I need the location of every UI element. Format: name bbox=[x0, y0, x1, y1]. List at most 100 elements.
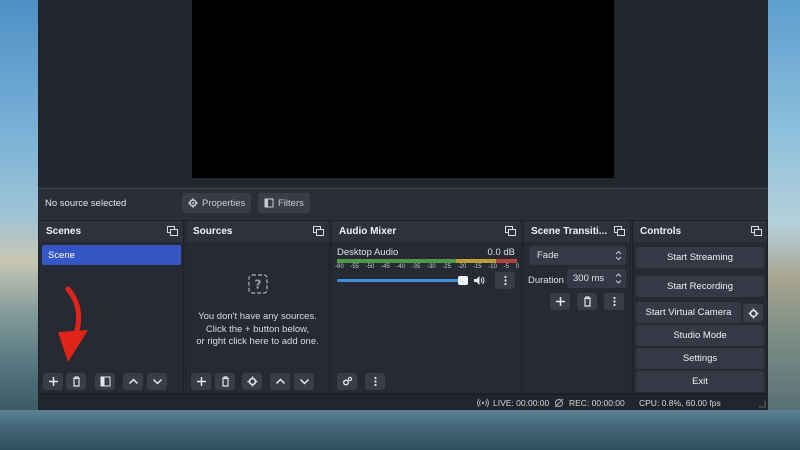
add-transition-button[interactable] bbox=[550, 293, 570, 310]
desktop-background-right bbox=[768, 0, 800, 450]
meter-red-zone bbox=[495, 259, 517, 263]
empty-line-3: or right click here to add one. bbox=[196, 336, 319, 347]
virtual-camera-settings-button[interactable] bbox=[743, 304, 763, 322]
more-vertical-icon bbox=[373, 376, 377, 387]
rec-timer: REC: 00:00:00 bbox=[569, 398, 625, 408]
advanced-audio-properties-button[interactable] bbox=[337, 373, 357, 390]
scene-item-label: Scene bbox=[48, 249, 75, 261]
move-scene-up-button[interactable] bbox=[123, 373, 143, 390]
exit-button[interactable]: Exit bbox=[636, 371, 764, 392]
question-icon: ? bbox=[248, 274, 268, 294]
scenes-title: Scenes bbox=[46, 226, 82, 237]
gears-icon bbox=[342, 376, 352, 386]
move-scene-down-button[interactable] bbox=[147, 373, 167, 390]
start-recording-button[interactable]: Start Recording bbox=[636, 276, 764, 297]
scenes-dock-title: Scenes bbox=[39, 221, 183, 242]
start-virtual-camera-button[interactable]: Start Virtual Camera bbox=[636, 302, 741, 323]
audio-mixer-dock: Audio Mixer Desktop Audio 0.0 dB -60 -55… bbox=[331, 220, 522, 394]
speaker-icon[interactable] bbox=[473, 275, 485, 286]
plus-icon bbox=[196, 377, 206, 386]
broadcast-icon bbox=[477, 398, 489, 408]
record-off-icon bbox=[554, 398, 564, 408]
properties-button[interactable]: Properties bbox=[182, 193, 252, 213]
properties-label: Properties bbox=[202, 197, 246, 209]
remove-scene-button[interactable] bbox=[66, 373, 86, 390]
scene-transitions-title: Scene Transiti... bbox=[531, 226, 608, 237]
undock-icon[interactable] bbox=[614, 226, 625, 236]
no-source-label: No source selected bbox=[45, 198, 127, 209]
audio-channel-menu-button[interactable] bbox=[495, 272, 515, 289]
transition-select[interactable]: Fade bbox=[529, 246, 626, 265]
source-properties-button[interactable] bbox=[242, 373, 262, 390]
undock-icon[interactable] bbox=[505, 226, 516, 236]
scene-list-item[interactable]: Scene bbox=[42, 245, 181, 265]
filter-icon bbox=[264, 198, 274, 208]
volume-meter bbox=[337, 259, 517, 263]
cpu-fps: CPU: 0.8%, 60.00 fps bbox=[639, 398, 721, 408]
spin-arrows-icon[interactable] bbox=[615, 272, 622, 285]
undock-icon[interactable] bbox=[167, 226, 178, 236]
resize-grip-icon[interactable] bbox=[759, 401, 766, 408]
scale-tick: 0 bbox=[515, 264, 519, 270]
volume-slider-handle[interactable] bbox=[458, 276, 468, 285]
preview-canvas[interactable] bbox=[192, 0, 614, 178]
preview-area bbox=[38, 0, 768, 187]
more-vertical-icon bbox=[503, 275, 507, 286]
obs-main-window: No source selected Properties Filters Sc… bbox=[38, 0, 768, 410]
gear-icon bbox=[188, 198, 198, 208]
meter-yellow-zone bbox=[456, 259, 496, 263]
plus-icon bbox=[48, 377, 58, 386]
scale-tick: -60 bbox=[335, 264, 344, 270]
scale-tick: -30 bbox=[426, 264, 436, 270]
filters-label: Filters bbox=[278, 197, 304, 209]
controls-dock-title: Controls bbox=[633, 221, 767, 242]
transition-value: Fade bbox=[537, 250, 559, 261]
volume-slider[interactable] bbox=[337, 276, 468, 285]
start-streaming-button[interactable]: Start Streaming bbox=[636, 247, 764, 268]
scale-tick: -25 bbox=[442, 264, 451, 270]
duration-spinbox[interactable]: 300 ms bbox=[567, 269, 626, 288]
chevron-down-icon bbox=[299, 378, 309, 385]
scale-tick: -15 bbox=[472, 264, 482, 270]
studio-mode-button[interactable]: Studio Mode bbox=[636, 325, 764, 346]
undock-icon[interactable] bbox=[751, 226, 762, 236]
add-source-button[interactable] bbox=[191, 373, 211, 390]
scale-tick: -20 bbox=[457, 264, 467, 270]
more-vertical-icon bbox=[612, 296, 616, 307]
chevron-up-icon bbox=[275, 378, 285, 385]
scene-filters-button[interactable] bbox=[95, 373, 115, 390]
scale-tick: -35 bbox=[411, 264, 421, 270]
add-scene-button[interactable] bbox=[43, 373, 63, 390]
svg-text:?: ? bbox=[255, 278, 262, 292]
desktop-background-bottom bbox=[0, 410, 800, 450]
controls-title: Controls bbox=[640, 226, 682, 237]
empty-line-2: Click the + button below, bbox=[205, 323, 310, 335]
trash-icon bbox=[72, 376, 80, 387]
scale-tick: -40 bbox=[396, 264, 405, 270]
scene-transitions-dock-title: Scene Transiti... bbox=[524, 221, 630, 242]
updown-icon bbox=[615, 250, 622, 261]
trash-icon bbox=[583, 296, 591, 307]
sources-dock-title: Sources bbox=[186, 221, 329, 242]
undock-icon[interactable] bbox=[313, 226, 324, 236]
transition-properties-button[interactable] bbox=[604, 293, 624, 310]
chevron-up-icon bbox=[128, 378, 138, 385]
settings-button[interactable]: Settings bbox=[636, 348, 764, 369]
controls-dock: Controls Start Streaming Start Recording… bbox=[632, 220, 768, 394]
annotation-arrow-icon bbox=[58, 286, 88, 362]
scale-tick: -55 bbox=[350, 264, 359, 270]
remove-transition-button[interactable] bbox=[577, 293, 597, 310]
move-source-down-button[interactable] bbox=[294, 373, 314, 390]
sources-empty-message[interactable]: You don't have any sources. Click the + … bbox=[186, 311, 329, 349]
channel-name: Desktop Audio bbox=[337, 247, 399, 258]
empty-line-1: You don't have any sources. bbox=[198, 311, 317, 322]
live-timer: LIVE: 00:00:00 bbox=[493, 398, 550, 408]
filters-button[interactable]: Filters bbox=[258, 193, 310, 213]
remove-source-button[interactable] bbox=[215, 373, 235, 390]
plus-icon bbox=[555, 297, 565, 306]
desktop-background-left bbox=[0, 0, 38, 450]
audio-mixer-menu-button[interactable] bbox=[365, 373, 385, 390]
filter-icon bbox=[100, 376, 110, 387]
move-source-up-button[interactable] bbox=[270, 373, 290, 390]
status-bar: LIVE: 00:00:00 REC: 00:00:00 CPU: 0.8%, … bbox=[38, 394, 768, 410]
